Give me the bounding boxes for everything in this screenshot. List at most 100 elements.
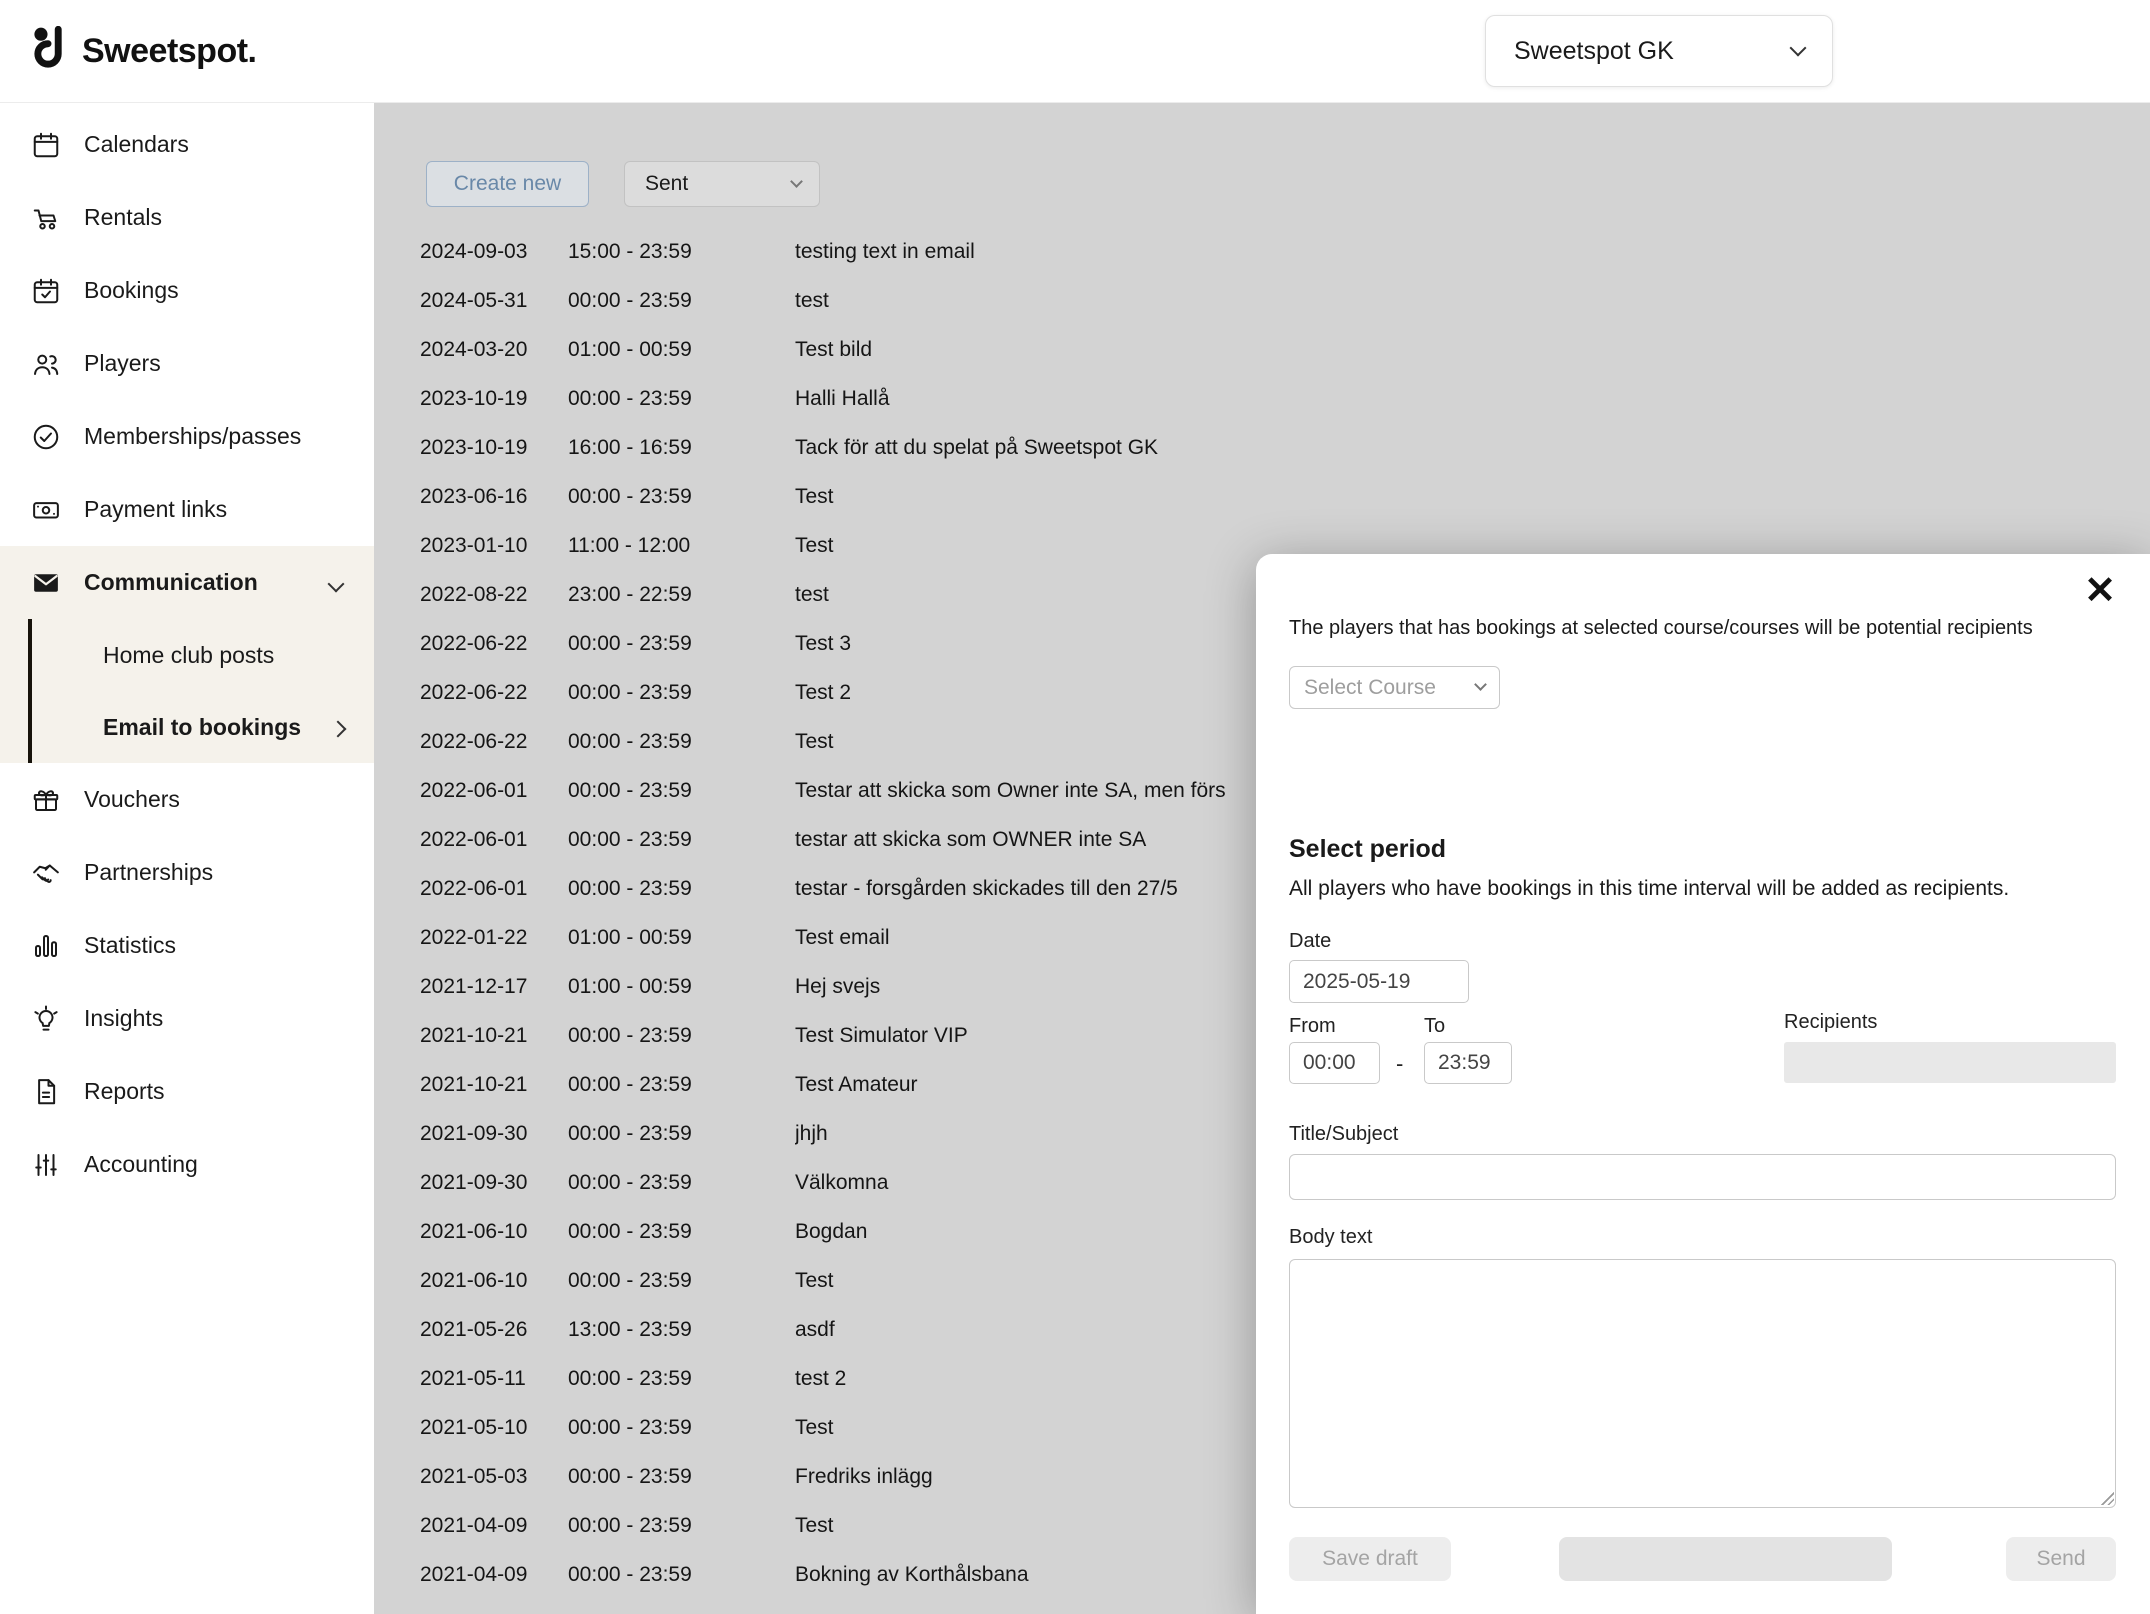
players-icon bbox=[30, 348, 62, 380]
email-row-time: 11:00 - 12:00 bbox=[568, 534, 795, 558]
save-draft-label: Save draft bbox=[1322, 1547, 1418, 1571]
sidebar-item-label: Partnerships bbox=[84, 859, 213, 886]
email-row-time: 00:00 - 23:59 bbox=[568, 1171, 795, 1195]
email-row-date: 2022-06-01 bbox=[420, 828, 568, 852]
sidebar-item-calendars[interactable]: Calendars bbox=[0, 108, 374, 181]
email-row-date: 2024-05-31 bbox=[420, 289, 568, 313]
rental-cart-icon bbox=[30, 202, 62, 234]
sidebar: Calendars Rentals Bookings Players bbox=[0, 103, 374, 1614]
submenu-active-indicator bbox=[28, 619, 32, 763]
email-row-date: 2021-09-30 bbox=[420, 1171, 568, 1195]
title-subject-label: Title/Subject bbox=[1289, 1123, 1398, 1146]
handshake-icon bbox=[30, 857, 62, 889]
sidebar-item-label: Insights bbox=[84, 1005, 163, 1032]
email-row-date: 2021-04-09 bbox=[420, 1563, 568, 1587]
email-row-date: 2022-08-22 bbox=[420, 583, 568, 607]
email-row-date: 2023-10-19 bbox=[420, 436, 568, 460]
email-row-time: 00:00 - 23:59 bbox=[568, 485, 795, 509]
sidebar-item-reports[interactable]: Reports bbox=[0, 1055, 374, 1128]
status-filter-dropdown[interactable]: Sent bbox=[624, 161, 820, 207]
email-row-time: 00:00 - 23:59 bbox=[568, 1073, 795, 1097]
bar-chart-icon bbox=[30, 930, 62, 962]
email-row-date: 2022-06-01 bbox=[420, 877, 568, 901]
to-time-input[interactable] bbox=[1424, 1042, 1512, 1084]
email-row[interactable]: 2024-03-20 01:00 - 00:59 Test bild bbox=[374, 325, 2150, 374]
body-text-label: Body text bbox=[1289, 1226, 1372, 1249]
sidebar-subitem-label: Home club posts bbox=[103, 642, 274, 669]
email-row-date: 2024-03-20 bbox=[420, 338, 568, 362]
body-text-input[interactable] bbox=[1289, 1259, 2116, 1508]
email-row-date: 2021-12-17 bbox=[420, 975, 568, 999]
sidebar-item-label: Payment links bbox=[84, 496, 227, 523]
course-select-dropdown[interactable]: Select Course bbox=[1289, 666, 1500, 709]
email-row-time: 00:00 - 23:59 bbox=[568, 779, 795, 803]
sidebar-subitem-email-to-bookings[interactable]: Email to bookings bbox=[0, 691, 374, 763]
email-row-time: 00:00 - 23:59 bbox=[568, 1465, 795, 1489]
email-row-time: 00:00 - 23:59 bbox=[568, 1563, 795, 1587]
email-row-subject: testing text in email bbox=[795, 240, 2150, 264]
email-row-time: 00:00 - 23:59 bbox=[568, 1220, 795, 1244]
membership-check-icon bbox=[30, 421, 62, 453]
email-row[interactable]: 2024-05-31 00:00 - 23:59 test bbox=[374, 276, 2150, 325]
sidebar-item-label: Players bbox=[84, 350, 161, 377]
email-row-date: 2021-10-21 bbox=[420, 1024, 568, 1048]
sidebar-item-payment-links[interactable]: Payment links bbox=[0, 473, 374, 546]
select-period-title: Select period bbox=[1289, 835, 1446, 864]
email-row-date: 2021-05-26 bbox=[420, 1318, 568, 1342]
sliders-icon bbox=[30, 1149, 62, 1181]
sidebar-item-players[interactable]: Players bbox=[0, 327, 374, 400]
email-row-date: 2021-05-10 bbox=[420, 1416, 568, 1440]
sidebar-item-accounting[interactable]: Accounting bbox=[0, 1128, 374, 1201]
sidebar-item-rentals[interactable]: Rentals bbox=[0, 181, 374, 254]
sidebar-item-label: Bookings bbox=[84, 277, 179, 304]
sidebar-item-label: Rentals bbox=[84, 204, 162, 231]
email-row[interactable]: 2023-10-19 00:00 - 23:59 Halli Hallå bbox=[374, 374, 2150, 423]
from-label: From bbox=[1289, 1015, 1336, 1038]
email-row[interactable]: 2024-09-03 15:00 - 23:59 testing text in… bbox=[374, 227, 2150, 276]
sidebar-item-label: Communication bbox=[84, 569, 258, 596]
sidebar-item-bookings[interactable]: Bookings bbox=[0, 254, 374, 327]
email-row-time: 00:00 - 23:59 bbox=[568, 387, 795, 411]
sidebar-item-partnerships[interactable]: Partnerships bbox=[0, 836, 374, 909]
email-row-time: 23:00 - 22:59 bbox=[568, 583, 795, 607]
email-row-date: 2024-09-03 bbox=[420, 240, 568, 264]
send-button[interactable]: Send bbox=[2006, 1537, 2116, 1581]
email-row-time: 00:00 - 23:59 bbox=[568, 1416, 795, 1440]
date-input[interactable] bbox=[1289, 960, 1469, 1003]
email-row-subject: Halli Hallå bbox=[795, 387, 2150, 411]
communication-submenu: Home club posts Email to bookings bbox=[0, 619, 374, 763]
email-row[interactable]: 2023-06-16 00:00 - 23:59 Test bbox=[374, 472, 2150, 521]
email-row-time: 00:00 - 23:59 bbox=[568, 877, 795, 901]
select-period-description: All players who have bookings in this ti… bbox=[1289, 877, 2009, 901]
email-row[interactable]: 2023-10-19 16:00 - 16:59 Tack för att du… bbox=[374, 423, 2150, 472]
sidebar-item-insights[interactable]: Insights bbox=[0, 982, 374, 1055]
from-time-input[interactable] bbox=[1289, 1042, 1380, 1084]
sidebar-item-communication[interactable]: Communication bbox=[0, 546, 374, 619]
email-row-time: 13:00 - 23:59 bbox=[568, 1318, 795, 1342]
email-row-date: 2021-04-09 bbox=[420, 1514, 568, 1538]
recipients-field[interactable] bbox=[1784, 1042, 2116, 1083]
email-row-time: 16:00 - 16:59 bbox=[568, 436, 795, 460]
email-row-date: 2023-01-10 bbox=[420, 534, 568, 558]
create-new-label: Create new bbox=[454, 172, 561, 196]
top-bar: Sweetspot. Sweetspot GK bbox=[0, 0, 2150, 103]
add-recipients-button[interactable] bbox=[1559, 1537, 1892, 1581]
sidebar-item-statistics[interactable]: Statistics bbox=[0, 909, 374, 982]
club-selector-dropdown[interactable]: Sweetspot GK bbox=[1485, 15, 1833, 87]
sidebar-item-label: Vouchers bbox=[84, 786, 180, 813]
logo-text: Sweetspot. bbox=[82, 32, 256, 71]
sidebar-item-vouchers[interactable]: Vouchers bbox=[0, 763, 374, 836]
email-row-time: 01:00 - 00:59 bbox=[568, 338, 795, 362]
email-row-date: 2022-06-22 bbox=[420, 730, 568, 754]
sidebar-item-memberships[interactable]: Memberships/passes bbox=[0, 400, 374, 473]
sidebar-subitem-home-club-posts[interactable]: Home club posts bbox=[0, 619, 374, 691]
save-draft-button[interactable]: Save draft bbox=[1289, 1537, 1451, 1581]
create-new-button[interactable]: Create new bbox=[426, 161, 589, 207]
gift-icon bbox=[30, 784, 62, 816]
sidebar-item-label: Memberships/passes bbox=[84, 423, 301, 450]
close-icon[interactable]: ✕ bbox=[2084, 572, 2116, 610]
chevron-down-icon bbox=[1790, 40, 1807, 57]
email-row-date: 2021-05-03 bbox=[420, 1465, 568, 1489]
title-subject-input[interactable] bbox=[1289, 1154, 2116, 1200]
club-selector-value: Sweetspot GK bbox=[1514, 37, 1674, 66]
